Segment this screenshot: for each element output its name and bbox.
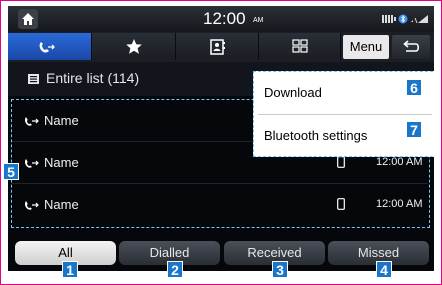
battery-icon <box>382 15 396 23</box>
contacts-icon <box>210 39 225 55</box>
mobile-phone-icon <box>337 198 345 210</box>
outgoing-call-icon <box>24 201 39 210</box>
call-time: 12:00 AM <box>376 198 423 210</box>
list-icon <box>28 74 39 84</box>
callout-badge-7: 7 <box>406 121 422 138</box>
callout-badge-6: 6 <box>406 79 422 96</box>
tab-contacts[interactable] <box>176 33 259 60</box>
menu-item-label: Download <box>264 85 322 100</box>
home-icon <box>22 13 34 25</box>
contact-name: Name <box>44 197 79 212</box>
list-item[interactable]: Name 12:00 AM <box>12 184 428 226</box>
star-icon <box>126 39 142 54</box>
head-unit-screen: 12:00 AM Menu Entire list (114) Name Nam… <box>8 6 434 271</box>
tab-bar: Menu <box>8 32 434 62</box>
outgoing-call-icon <box>24 159 39 168</box>
callout-badge-1: 1 <box>62 261 78 278</box>
contact-name: Name <box>44 155 79 170</box>
mobile-phone-icon <box>337 156 345 168</box>
tab-keypad[interactable] <box>259 33 341 60</box>
tab-favorites[interactable] <box>92 33 176 60</box>
back-icon <box>403 40 420 52</box>
signal-icon <box>411 15 428 24</box>
keypad-icon <box>292 39 308 53</box>
callout-badge-5: 5 <box>3 163 19 180</box>
menu-item-label: Bluetooth settings <box>264 128 368 143</box>
contact-name: Name <box>44 113 79 128</box>
call-time: 12:00 AM <box>376 156 423 168</box>
call-log-icon <box>39 42 55 53</box>
status-icons <box>382 14 428 24</box>
callout-badge-2: 2 <box>167 261 183 278</box>
list-title: Entire list (114) <box>46 70 140 86</box>
clock-ampm: AM <box>253 17 264 24</box>
home-button[interactable] <box>18 9 38 29</box>
callout-badge-3: 3 <box>272 261 288 278</box>
status-bar: 12:00 AM <box>8 6 434 32</box>
bluetooth-icon <box>398 14 408 24</box>
menu-button[interactable]: Menu <box>343 35 389 59</box>
tab-call-log[interactable] <box>8 33 92 60</box>
back-button[interactable] <box>392 35 430 59</box>
outgoing-call-icon <box>24 117 39 126</box>
callout-badge-4: 4 <box>376 261 392 278</box>
clock-time: 12:00 <box>203 9 246 28</box>
